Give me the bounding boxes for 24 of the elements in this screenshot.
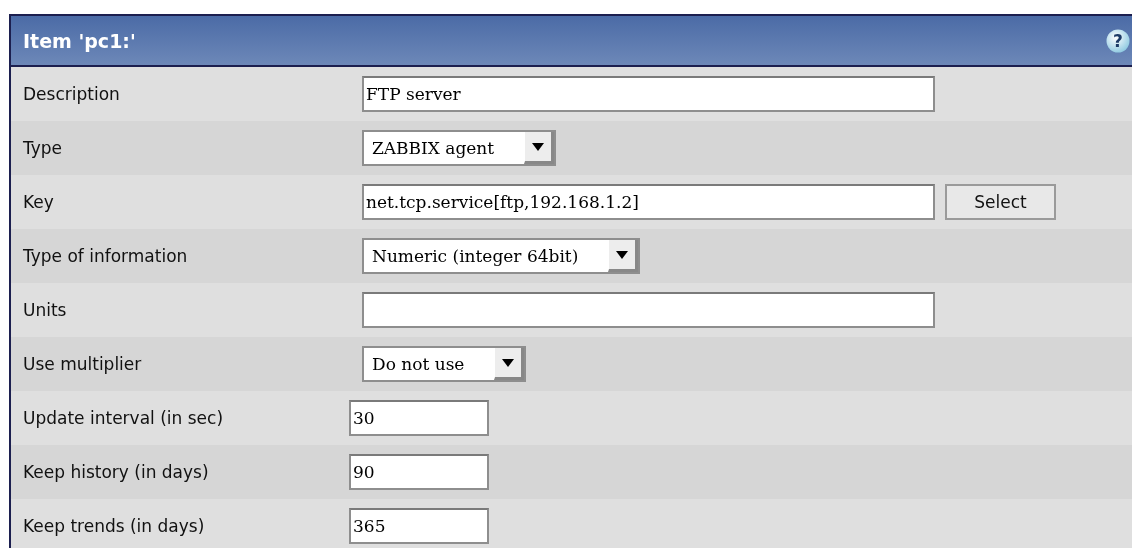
- field-label: Use multiplier: [22, 354, 143, 374]
- field-label: Type of information: [22, 246, 189, 266]
- dropdown[interactable]: Do not use: [362, 346, 527, 382]
- field-label: Update interval (in sec): [22, 408, 224, 428]
- field-label: Units: [22, 300, 68, 320]
- dropdown[interactable]: ZABBIX agent: [362, 130, 557, 166]
- input-field[interactable]: 90: [349, 454, 489, 490]
- select-button[interactable]: Select: [945, 184, 1056, 220]
- input-field[interactable]: 30: [349, 400, 489, 436]
- input-field[interactable]: net.tcp.service[ftp,192.168.1.2]: [362, 184, 935, 220]
- field-label: Description: [22, 84, 121, 104]
- input-field[interactable]: 365: [349, 508, 489, 544]
- form-title: Item 'pc1:': [23, 29, 136, 52]
- input-field[interactable]: [362, 292, 935, 328]
- caret-icon: [616, 250, 629, 259]
- dropdown[interactable]: Numeric (integer 64bit): [362, 238, 641, 274]
- field-label: Key: [22, 192, 55, 212]
- caret-icon: [532, 142, 545, 151]
- field-label: Type: [22, 138, 64, 158]
- field-label: Keep history (in days): [22, 462, 210, 482]
- field-label: Keep trends (in days): [22, 516, 206, 536]
- input-field[interactable]: FTP server: [362, 76, 935, 112]
- help-icon[interactable]: ?: [1106, 28, 1130, 53]
- caret-icon: [502, 358, 515, 367]
